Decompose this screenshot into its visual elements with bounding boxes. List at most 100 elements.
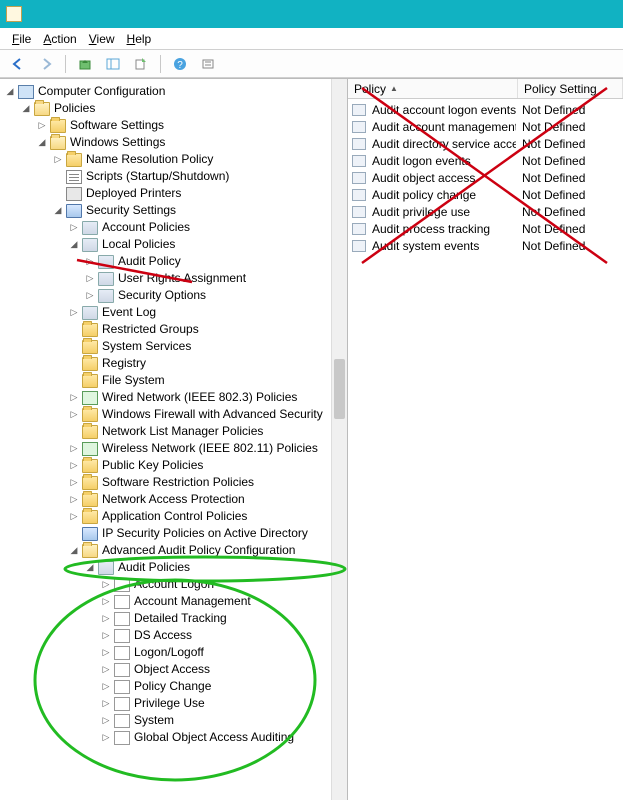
menu-help[interactable]: Help	[121, 30, 158, 48]
tree-ap-priv[interactable]: ▷Privilege Use	[2, 695, 347, 712]
list-row[interactable]: Audit directory service accessNot Define…	[348, 135, 623, 152]
help-button[interactable]: ?	[168, 53, 192, 75]
tree-ap-account-logon[interactable]: ▷Account Logon	[2, 576, 347, 593]
menu-file[interactable]: File	[6, 30, 37, 48]
back-button[interactable]	[6, 53, 30, 75]
tree-firewall[interactable]: ▷ Windows Firewall with Advanced Securit…	[2, 406, 347, 423]
tree-netlist[interactable]: ▷ Network List Manager Policies	[2, 423, 347, 440]
list-row[interactable]: Audit system eventsNot Defined	[348, 237, 623, 254]
tree-pane[interactable]: ◢ Computer Configuration ◢ Policies ▷ So…	[0, 79, 348, 800]
expand-icon[interactable]: ▷	[68, 222, 80, 234]
expand-icon[interactable]: ▷	[84, 256, 96, 268]
tree[interactable]: ◢ Computer Configuration ◢ Policies ▷ So…	[0, 79, 347, 750]
tree-windows-settings[interactable]: ◢ Windows Settings	[2, 134, 347, 151]
svg-text:?: ?	[177, 60, 183, 71]
tree-appcontrol[interactable]: ▷ Application Control Policies	[2, 508, 347, 525]
tree-restricted-groups[interactable]: ▷ Restricted Groups	[2, 321, 347, 338]
expand-icon[interactable]: ▷	[68, 511, 80, 523]
tree-user-rights[interactable]: ▷ User Rights Assignment	[2, 270, 347, 287]
tree-ap-account-mgmt[interactable]: ▷Account Management	[2, 593, 347, 610]
tree-local-policies[interactable]: ◢ Local Policies	[2, 236, 347, 253]
list-row[interactable]: Audit object accessNot Defined	[348, 169, 623, 186]
expand-icon[interactable]: ▷	[68, 307, 80, 319]
expand-icon[interactable]: ▷	[68, 494, 80, 506]
expand-icon[interactable]: ▷	[100, 698, 112, 710]
list-header[interactable]: Policy ▲ Policy Setting	[348, 79, 623, 99]
expand-icon[interactable]: ▷	[100, 613, 112, 625]
tree-audit-policy[interactable]: ▷ Audit Policy	[2, 253, 347, 270]
up-button[interactable]	[73, 53, 97, 75]
menu-action[interactable]: Action	[37, 30, 82, 48]
expand-icon[interactable]: ▷	[68, 460, 80, 472]
tree-advanced-audit[interactable]: ◢ Advanced Audit Policy Configuration	[2, 542, 347, 559]
tree-security-options[interactable]: ▷ Security Options	[2, 287, 347, 304]
expand-icon[interactable]: ▷	[52, 154, 64, 166]
tree-ipsec[interactable]: ▷ IP Security Policies on Active Directo…	[2, 525, 347, 542]
tree-wired-network[interactable]: ▷ Wired Network (IEEE 802.3) Policies	[2, 389, 347, 406]
expand-icon[interactable]: ▷	[68, 477, 80, 489]
expand-icon[interactable]: ▷	[36, 120, 48, 132]
expand-icon[interactable]: ▷	[84, 290, 96, 302]
tree-file-system[interactable]: ▷ File System	[2, 372, 347, 389]
tree-name-resolution[interactable]: ▷ Name Resolution Policy	[2, 151, 347, 168]
tree-security-settings[interactable]: ◢ Security Settings	[2, 202, 347, 219]
tree-scripts[interactable]: ▷ Scripts (Startup/Shutdown)	[2, 168, 347, 185]
expand-icon[interactable]: ▷	[100, 664, 112, 676]
expand-icon[interactable]: ▷	[84, 273, 96, 285]
tree-ap-ds[interactable]: ▷DS Access	[2, 627, 347, 644]
collapse-icon[interactable]: ◢	[68, 239, 80, 251]
menu-view[interactable]: View	[83, 30, 121, 48]
tree-srp[interactable]: ▷ Software Restriction Policies	[2, 474, 347, 491]
tree-scrollbar[interactable]	[331, 79, 347, 800]
collapse-icon[interactable]: ◢	[52, 205, 64, 217]
collapse-icon[interactable]: ◢	[68, 545, 80, 557]
scroll-thumb[interactable]	[334, 359, 345, 419]
collapse-icon[interactable]: ◢	[84, 562, 96, 574]
tree-nap[interactable]: ▷ Network Access Protection	[2, 491, 347, 508]
expand-icon[interactable]: ▷	[68, 392, 80, 404]
shield-icon	[82, 527, 98, 541]
collapse-icon[interactable]: ◢	[4, 86, 16, 98]
list-row[interactable]: Audit logon eventsNot Defined	[348, 152, 623, 169]
tree-ap-system[interactable]: ▷System	[2, 712, 347, 729]
tree-audit-policies[interactable]: ◢ Audit Policies	[2, 559, 347, 576]
expand-icon[interactable]: ▷	[68, 443, 80, 455]
list-row[interactable]: Audit account logon eventsNot Defined	[348, 101, 623, 118]
col-setting[interactable]: Policy Setting	[518, 79, 623, 98]
tree-pubkey[interactable]: ▷ Public Key Policies	[2, 457, 347, 474]
expand-icon[interactable]: ▷	[100, 596, 112, 608]
expand-icon[interactable]: ▷	[100, 732, 112, 744]
tree-ap-detailed[interactable]: ▷Detailed Tracking	[2, 610, 347, 627]
tree-policies[interactable]: ◢ Policies	[2, 100, 347, 117]
tree-software-settings[interactable]: ▷ Software Settings	[2, 117, 347, 134]
collapse-icon[interactable]: ◢	[20, 103, 32, 115]
tree-account-policies[interactable]: ▷ Account Policies	[2, 219, 347, 236]
forward-button[interactable]	[34, 53, 58, 75]
tree-ap-object[interactable]: ▷Object Access	[2, 661, 347, 678]
list-row[interactable]: Audit process trackingNot Defined	[348, 220, 623, 237]
export-button[interactable]	[129, 53, 153, 75]
show-hide-tree-button[interactable]	[101, 53, 125, 75]
tree-wireless[interactable]: ▷ Wireless Network (IEEE 802.11) Policie…	[2, 440, 347, 457]
tree-ap-logon[interactable]: ▷Logon/Logoff	[2, 644, 347, 661]
expand-icon[interactable]: ▷	[100, 579, 112, 591]
expand-icon[interactable]: ▷	[100, 715, 112, 727]
list-row[interactable]: Audit policy changeNot Defined	[348, 186, 623, 203]
filter-button[interactable]	[196, 53, 220, 75]
expand-icon[interactable]: ▷	[68, 409, 80, 421]
col-policy[interactable]: Policy ▲	[348, 79, 518, 98]
tree-registry[interactable]: ▷ Registry	[2, 355, 347, 372]
tree-printers[interactable]: ▷ Deployed Printers	[2, 185, 347, 202]
expand-icon[interactable]: ▷	[100, 647, 112, 659]
tree-ap-policy[interactable]: ▷Policy Change	[2, 678, 347, 695]
category-icon	[114, 578, 130, 592]
list-row[interactable]: Audit privilege useNot Defined	[348, 203, 623, 220]
expand-icon[interactable]: ▷	[100, 681, 112, 693]
expand-icon[interactable]: ▷	[100, 630, 112, 642]
collapse-icon[interactable]: ◢	[36, 137, 48, 149]
tree-event-log[interactable]: ▷ Event Log	[2, 304, 347, 321]
list-row[interactable]: Audit account managementNot Defined	[348, 118, 623, 135]
tree-computer-config[interactable]: ◢ Computer Configuration	[2, 83, 347, 100]
tree-system-services[interactable]: ▷ System Services	[2, 338, 347, 355]
tree-ap-global[interactable]: ▷Global Object Access Auditing	[2, 729, 347, 746]
